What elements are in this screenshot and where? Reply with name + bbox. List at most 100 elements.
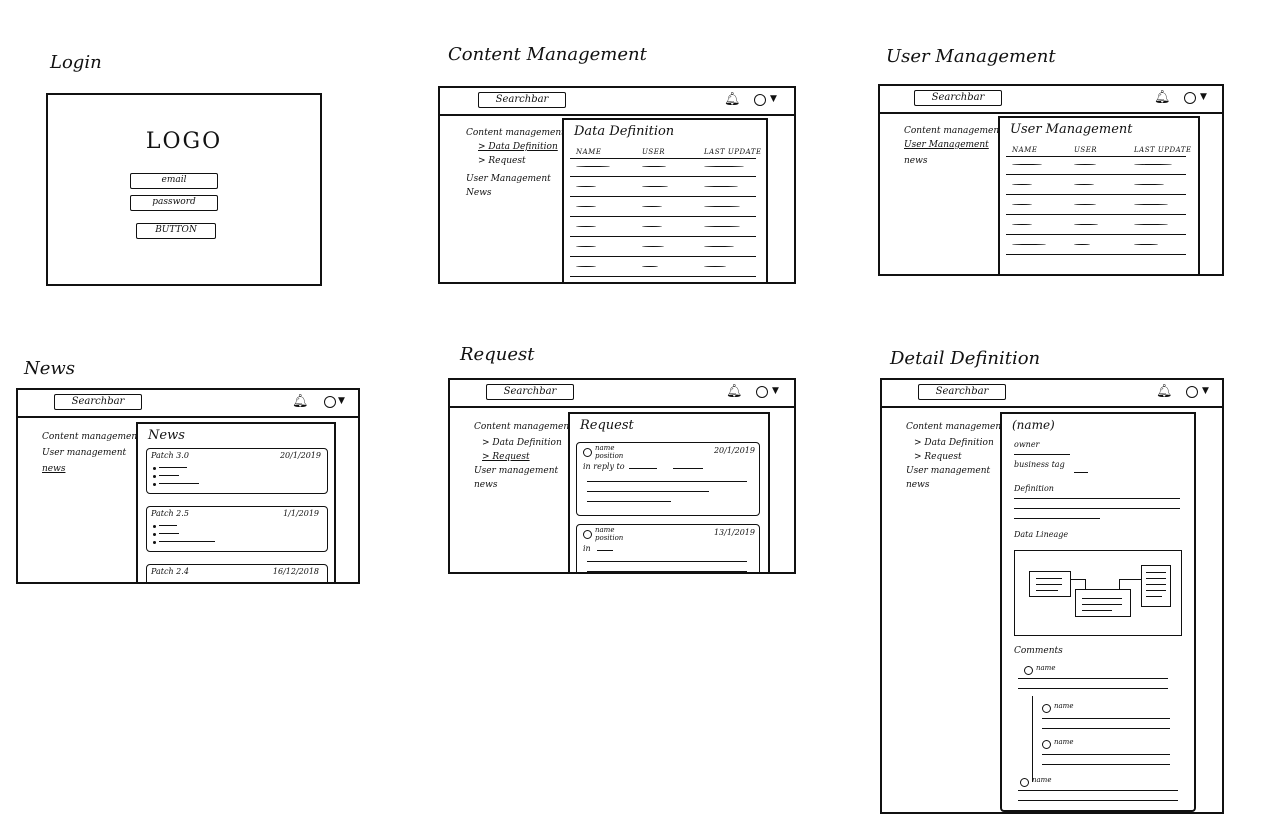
request-card-name: name xyxy=(595,526,615,534)
lineage-node[interactable] xyxy=(1075,589,1131,617)
content-management-screen: Searchbar 🔔︎ ▼ Content management > Data… xyxy=(438,86,796,284)
sidebar-item-user-management[interactable]: User management xyxy=(906,466,990,476)
bell-icon[interactable]: 🔔︎ xyxy=(726,384,743,400)
avatar-icon xyxy=(583,448,592,457)
detail-panel: (name) owner business tag Definition Dat… xyxy=(1000,412,1196,812)
news-card-date: 16/12/2018 xyxy=(272,567,319,576)
sidebar-item-content-management[interactable]: Content management xyxy=(474,422,573,432)
user-circle-icon[interactable] xyxy=(1186,386,1198,398)
top-bar: Searchbar 🔔︎ ▼ xyxy=(450,380,794,408)
user-circle-icon[interactable] xyxy=(1184,92,1196,104)
request-card-date: 20/1/2019 xyxy=(713,446,755,455)
sidebar-item-news[interactable]: news xyxy=(904,156,927,166)
sidebar-item-user-management[interactable]: User management xyxy=(42,448,126,458)
sidebar-item-content-management[interactable]: Content management xyxy=(904,126,1003,136)
definition-label: Definition xyxy=(1014,484,1054,493)
sidebar-item-news[interactable]: news xyxy=(42,464,65,474)
sidebar-item-content-management[interactable]: Content management xyxy=(906,422,1005,432)
sidebar: Content management User management news xyxy=(18,418,141,582)
search-input[interactable]: Searchbar xyxy=(914,90,1002,106)
news-card-title: Patch 3.0 xyxy=(151,451,189,460)
table-row[interactable] xyxy=(576,226,596,227)
user-circle-icon[interactable] xyxy=(324,396,336,408)
table-row[interactable] xyxy=(1012,204,1032,205)
search-input[interactable]: Searchbar xyxy=(918,384,1006,400)
top-bar: Searchbar 🔔︎ ▼ xyxy=(880,86,1222,114)
table-row[interactable] xyxy=(576,166,610,167)
lineage-node[interactable] xyxy=(1029,571,1071,597)
news-card-date: 1/1/2019 xyxy=(283,509,319,518)
bell-icon[interactable]: 🔔︎ xyxy=(724,92,741,108)
news-card-title: Patch 2.4 xyxy=(151,567,189,576)
panel-title: Data Definition xyxy=(574,124,675,139)
table-row[interactable] xyxy=(576,246,596,247)
sidebar-item-request[interactable]: > Request xyxy=(482,452,530,462)
sidebar-item-request[interactable]: > Request xyxy=(914,452,962,462)
request-panel: Request name position 20/1/2019 in reply… xyxy=(568,412,770,572)
sidebar-item-user-management[interactable]: User management xyxy=(474,466,558,476)
password-field[interactable]: password xyxy=(130,195,218,211)
caret-down-icon[interactable]: ▼ xyxy=(770,92,777,106)
table-row[interactable] xyxy=(1012,224,1032,225)
search-input[interactable]: Searchbar xyxy=(478,92,566,108)
column-header-last-update: LAST UPDATE xyxy=(1134,146,1192,154)
login-button[interactable]: BUTTON xyxy=(136,223,216,239)
bell-icon[interactable]: 🔔︎ xyxy=(292,394,309,410)
column-header-user: USER xyxy=(1074,146,1098,154)
request-card[interactable]: name position 13/1/2019 in xyxy=(576,524,760,572)
caret-down-icon[interactable]: ▼ xyxy=(1202,384,1209,398)
sidebar-item-data-definition[interactable]: > Data Definition xyxy=(914,438,994,448)
request-title: Request xyxy=(460,344,535,365)
bell-icon[interactable]: 🔔︎ xyxy=(1156,384,1173,400)
logo: LOGO xyxy=(145,129,223,154)
sidebar-item-user-management[interactable]: User Management xyxy=(466,174,551,184)
table-row[interactable] xyxy=(576,206,596,207)
panel-title: News xyxy=(148,428,185,443)
news-card[interactable]: Patch 2.5 1/1/2019 xyxy=(146,506,328,552)
sidebar-item-news[interactable]: News xyxy=(466,188,492,198)
email-field[interactable]: email xyxy=(130,173,218,189)
sidebar-item-request[interactable]: > Request xyxy=(478,156,526,166)
table-row[interactable] xyxy=(1012,184,1032,185)
table-row[interactable] xyxy=(576,186,596,187)
request-card-name: name xyxy=(595,444,615,452)
table-row[interactable] xyxy=(1012,244,1046,245)
sidebar-item-news[interactable]: news xyxy=(906,480,929,490)
search-input[interactable]: Searchbar xyxy=(486,384,574,400)
caret-down-icon[interactable]: ▼ xyxy=(772,384,779,398)
commenter-avatar-icon xyxy=(1024,666,1033,675)
news-card[interactable]: Patch 2.4 16/12/2018 xyxy=(146,564,328,582)
data-lineage-diagram[interactable] xyxy=(1014,550,1182,636)
sidebar-item-data-definition[interactable]: > Data Definition xyxy=(482,438,562,448)
commenter-avatar-icon xyxy=(1020,778,1029,787)
request-card[interactable]: name position 20/1/2019 in reply to xyxy=(576,442,760,516)
news-card[interactable]: Patch 3.0 20/1/2019 xyxy=(146,448,328,494)
panel-title: Request xyxy=(580,418,634,433)
caret-down-icon[interactable]: ▼ xyxy=(1200,90,1207,104)
request-card-date: 13/1/2019 xyxy=(713,528,755,537)
news-card-title: Patch 2.5 xyxy=(151,509,189,518)
user-circle-icon[interactable] xyxy=(754,94,766,106)
commenter-avatar-icon xyxy=(1042,740,1051,749)
user-circle-icon[interactable] xyxy=(756,386,768,398)
comment-author: name xyxy=(1036,664,1056,672)
search-input[interactable]: Searchbar xyxy=(54,394,142,410)
bell-icon[interactable]: 🔔︎ xyxy=(1154,90,1171,106)
comment-author: name xyxy=(1054,702,1074,710)
lineage-node[interactable] xyxy=(1141,565,1171,607)
panel-title: User Management xyxy=(1010,122,1133,137)
sidebar-item-user-management[interactable]: User Management xyxy=(904,140,989,150)
sidebar-item-news[interactable]: news xyxy=(474,480,497,490)
table-row[interactable] xyxy=(1012,164,1042,165)
data-lineage-label: Data Lineage xyxy=(1014,530,1069,539)
sidebar: Content management > Data Definition > R… xyxy=(450,408,573,572)
column-header-name: NAME xyxy=(576,148,602,156)
sidebar-item-content-management[interactable]: Content management xyxy=(466,128,565,138)
sidebar-item-content-management[interactable]: Content management xyxy=(42,432,141,442)
lineage-edge xyxy=(1071,579,1085,580)
sidebar-item-data-definition[interactable]: > Data Definition xyxy=(478,142,558,152)
login-screen: LOGO email password BUTTON xyxy=(46,93,322,286)
lineage-edge xyxy=(1119,579,1141,580)
caret-down-icon[interactable]: ▼ xyxy=(338,394,345,408)
table-row[interactable] xyxy=(576,266,596,267)
